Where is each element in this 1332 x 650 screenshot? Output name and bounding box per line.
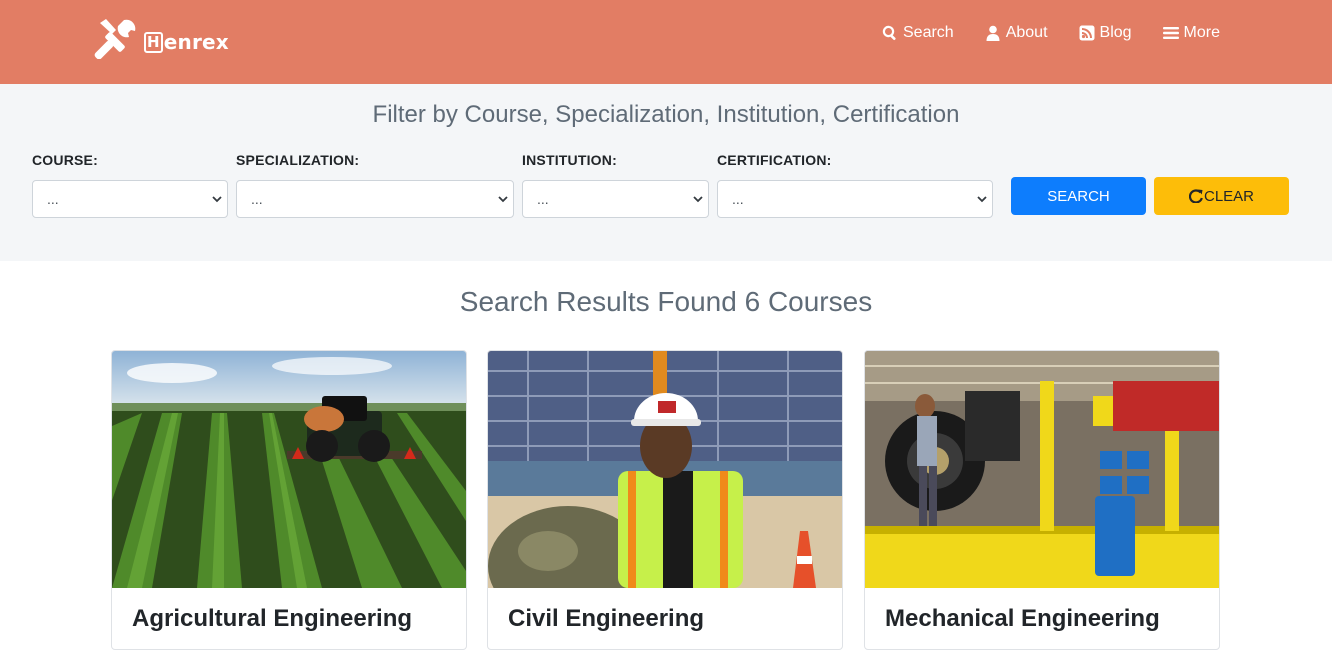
chevron-down-icon <box>693 196 703 203</box>
course-select[interactable]: ... <box>32 180 228 218</box>
course-card-agricultural[interactable]: Agricultural Engineering <box>111 350 467 650</box>
brand-logo[interactable]: Henrex <box>94 17 229 59</box>
course-card-title: Mechanical Engineering <box>885 605 1160 632</box>
specialization-select-value: ... <box>251 191 263 207</box>
search-icon <box>882 25 896 41</box>
user-icon <box>986 25 1000 41</box>
institution-select-value: ... <box>537 191 549 207</box>
certification-select[interactable]: ... <box>717 180 993 218</box>
brand-name: Henrex <box>144 30 229 54</box>
construction-worker-image <box>488 351 842 588</box>
clear-button[interactable]: CLEAR <box>1154 177 1289 215</box>
nav-more-label: More <box>1183 24 1220 41</box>
search-button-label: SEARCH <box>1047 187 1110 205</box>
filter-panel: Filter by Course, Specialization, Instit… <box>0 84 1332 261</box>
top-navbar: Henrex Search About Blog More <box>0 0 1332 84</box>
institution-select[interactable]: ... <box>522 180 709 218</box>
nav-about-label: About <box>1005 24 1048 41</box>
search-button[interactable]: SEARCH <box>1011 177 1146 215</box>
tools-logo-icon <box>94 19 136 59</box>
refresh-icon <box>1188 189 1203 203</box>
certification-label: CERTIFICATION: <box>717 152 832 168</box>
main-nav: Search About Blog More <box>851 22 1220 44</box>
brand-initial: H <box>144 31 163 53</box>
clear-button-label: CLEAR <box>1203 187 1255 205</box>
nav-search[interactable]: Search <box>882 22 954 44</box>
chevron-down-icon <box>212 196 222 203</box>
brand-name-text: enrex <box>163 30 229 54</box>
chevron-down-icon <box>498 196 508 203</box>
bars-icon <box>1162 27 1179 39</box>
course-select-value: ... <box>47 191 59 207</box>
nav-search-label: Search <box>903 24 954 41</box>
course-card-civil[interactable]: Civil Engineering <box>487 350 843 650</box>
specialization-label: SPECIALIZATION: <box>236 152 360 168</box>
nav-about[interactable]: About <box>985 22 1048 44</box>
course-card-mechanical[interactable]: Mechanical Engineering <box>864 350 1220 650</box>
nav-blog-label: Blog <box>1099 24 1132 41</box>
institution-label: INSTITUTION: <box>522 152 617 168</box>
specialization-select[interactable]: ... <box>236 180 514 218</box>
course-card-title: Civil Engineering <box>508 605 705 632</box>
chevron-down-icon <box>977 196 987 203</box>
results-title: Search Results Found 6 Courses <box>459 286 873 317</box>
tractor-field-image <box>112 351 466 588</box>
course-label: COURSE: <box>32 152 98 168</box>
rss-icon <box>1079 25 1095 41</box>
nav-blog[interactable]: Blog <box>1079 22 1132 44</box>
course-card-title: Agricultural Engineering <box>132 605 413 632</box>
nav-more[interactable]: More <box>1162 22 1220 44</box>
filter-title: Filter by Course, Specialization, Instit… <box>372 101 960 128</box>
certification-select-value: ... <box>732 191 744 207</box>
factory-assembly-image <box>865 351 1219 588</box>
